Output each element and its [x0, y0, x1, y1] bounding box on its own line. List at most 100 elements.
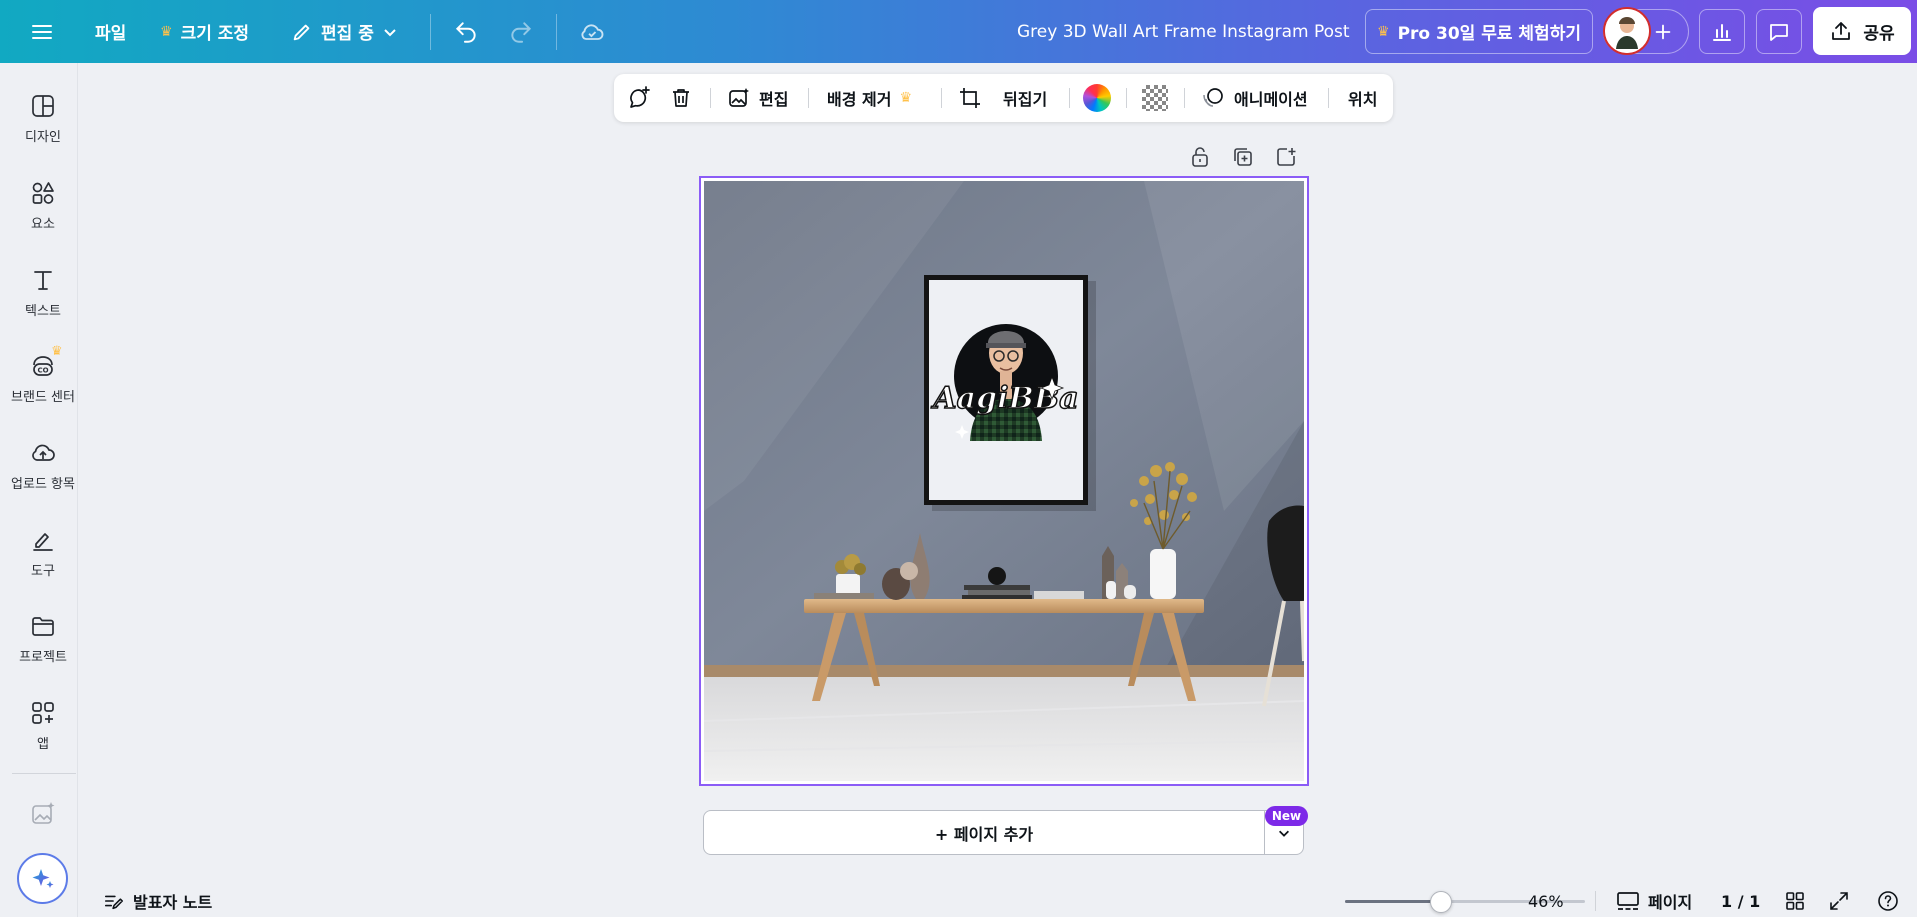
design-title[interactable]: Grey 3D Wall Art Frame Instagram Post [1017, 0, 1350, 63]
duplicate-page-button[interactable] [1232, 146, 1254, 170]
crown-icon: ♛ [899, 90, 913, 106]
file-menu[interactable]: 파일 [95, 0, 126, 63]
flip-label: 뒤집기 [1003, 90, 1048, 109]
duplicate-icon [1234, 148, 1252, 166]
fullscreen-button[interactable] [1829, 885, 1849, 917]
file-label: 파일 [95, 24, 127, 44]
pages-button[interactable]: 페이지 [1616, 885, 1692, 917]
color-wheel-icon [1083, 84, 1111, 112]
help-button[interactable] [1877, 885, 1899, 917]
image-edit-icon [729, 88, 749, 107]
ai-image-button[interactable] [29, 800, 57, 832]
sidebar: 디자인 요소 텍스트 ♛ CO 브랜드 센터 업로드 항목 도구 프로젝트 앱 [0, 63, 78, 917]
sidebar-item-design[interactable]: 디자인 [0, 92, 86, 145]
presenter-notes-button[interactable]: 발표자 노트 [103, 885, 212, 917]
sparkle-icon [32, 868, 53, 888]
crown-icon: ♛ [51, 344, 63, 359]
animate-button[interactable]: 애니메이션 [1200, 74, 1308, 122]
redo-icon [511, 21, 532, 43]
page-counter: 1 / 1 [1721, 885, 1760, 917]
top-bar: 파일 ♛ 크기 조정 편집 중 Grey 3D Wall Art Frame I… [0, 0, 1917, 63]
menu-button[interactable] [30, 0, 54, 63]
sidebar-item-apps[interactable]: 앱 [0, 699, 86, 752]
sidebar-item-projects[interactable]: 프로젝트 [0, 612, 86, 665]
comment-add-icon [630, 86, 650, 108]
lock-button[interactable] [1189, 146, 1211, 170]
crop-button[interactable] [958, 74, 982, 122]
add-page-label: + 페이지 추가 [934, 824, 1034, 844]
undo-button[interactable] [453, 0, 479, 63]
share-button[interactable]: 공유 [1813, 7, 1911, 55]
pages-label: 페이지 [1648, 893, 1693, 912]
delete-button[interactable] [669, 74, 693, 122]
zoom-slider-fill [1345, 900, 1441, 903]
sidebar-item-uploads[interactable]: 업로드 항목 [0, 439, 86, 492]
trash-icon [673, 89, 689, 107]
avatar-image-icon [1605, 9, 1649, 53]
sidebar-item-text[interactable]: 텍스트 [0, 266, 86, 319]
zoom-slider-handle[interactable] [1430, 891, 1452, 913]
magic-image-icon [32, 802, 55, 824]
sidebar-item-elements[interactable]: 요소 [0, 179, 86, 232]
upload-icon [32, 444, 55, 461]
color-button[interactable] [1083, 74, 1111, 122]
bottom-bar: 발표자 노트 46% 페이지 1 / 1 [86, 885, 1917, 917]
resize-button[interactable]: ♛ 크기 조정 [160, 0, 249, 63]
transparency-button[interactable] [1142, 74, 1168, 122]
sidebar-item-label: 텍스트 [25, 304, 61, 319]
sidebar-item-label: 브랜드 센터 [11, 390, 75, 405]
editing-mode-dropdown[interactable]: 편집 중 [291, 0, 398, 63]
divider [1069, 88, 1070, 108]
pencil-icon [293, 24, 310, 40]
expand-icon [1830, 892, 1848, 910]
divider [1184, 88, 1185, 108]
new-badge: New [1265, 806, 1308, 826]
divider [1595, 891, 1596, 911]
design-icon [32, 95, 54, 117]
transparency-icon [1142, 85, 1168, 111]
design-title-text: Grey 3D Wall Art Frame Instagram Post [1017, 21, 1350, 42]
editing-label: 편집 중 [321, 24, 374, 44]
pro-trial-button[interactable]: ♛ Pro 30일 무료 체험하기 [1365, 9, 1593, 54]
text-icon [34, 271, 52, 290]
add-page-button[interactable]: + 페이지 추가 [703, 810, 1265, 855]
redo-button[interactable] [508, 0, 534, 63]
add-page-inline-button[interactable] [1275, 146, 1297, 170]
sidebar-item-brand[interactable]: ♛ CO 브랜드 센터 [0, 344, 86, 405]
lock-icon [1192, 147, 1208, 167]
position-button[interactable]: 위치 [1348, 74, 1377, 122]
animate-icon [1203, 88, 1223, 107]
bg-remove-button[interactable]: 배경 제거 ♛ [827, 74, 912, 122]
add-page-icon [1277, 148, 1296, 166]
bar-chart-icon [1713, 23, 1731, 41]
magic-assistant-button[interactable] [17, 853, 68, 904]
sidebar-item-tools[interactable]: 도구 [0, 526, 86, 579]
zoom-value[interactable]: 46% [1528, 885, 1564, 917]
add-comment-button[interactable] [626, 74, 652, 122]
design-canvas[interactable]: AagiBBa [699, 176, 1309, 786]
grid-icon [1786, 892, 1804, 910]
pro-trial-label: Pro 30일 무료 체험하기 [1397, 24, 1581, 44]
folder-icon [32, 617, 54, 636]
save-status-button[interactable] [578, 0, 606, 63]
bg-remove-label: 배경 제거 [827, 90, 892, 109]
comment-icon [1770, 23, 1788, 41]
divider [808, 88, 809, 108]
insights-button[interactable] [1699, 9, 1745, 54]
crown-icon: ♛ [1377, 23, 1390, 40]
notes-icon [104, 895, 124, 910]
flip-button[interactable]: 뒤집기 [1003, 74, 1047, 122]
grid-view-button[interactable] [1785, 885, 1805, 917]
position-label: 위치 [1348, 90, 1378, 109]
add-collaborator-button[interactable] [1652, 0, 1674, 63]
context-toolbar: 편집 배경 제거 ♛ 뒤집기 애니메이션 위치 [614, 74, 1393, 122]
wall-art-photo[interactable]: AagiBBa [704, 181, 1304, 781]
comments-button[interactable] [1756, 9, 1802, 54]
undo-icon [455, 21, 476, 43]
sidebar-item-label: 업로드 항목 [11, 477, 75, 492]
hamburger-menu-icon [32, 24, 52, 39]
page-count-label: 1 / 1 [1721, 891, 1761, 911]
edit-image-button[interactable]: 편집 [727, 74, 788, 122]
avatar[interactable] [1603, 7, 1651, 55]
divider [1328, 88, 1329, 108]
